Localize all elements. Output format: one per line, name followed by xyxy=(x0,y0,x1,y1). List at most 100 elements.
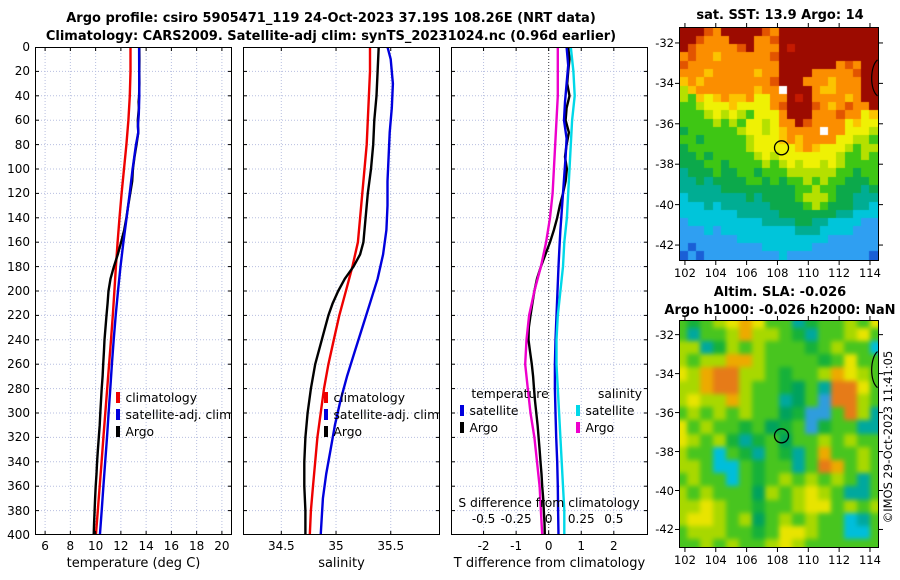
legend-label: satellite xyxy=(469,404,519,418)
y-tick-label: 400 xyxy=(7,528,30,542)
legend-label: climatology xyxy=(125,391,197,405)
gridlines xyxy=(451,47,648,535)
map-lat-label: -36 xyxy=(655,405,674,420)
legend-label: Argo xyxy=(333,425,363,439)
x-tick-label: 35.5 xyxy=(377,539,405,553)
temperature-axis-label: temperature (deg C) xyxy=(66,556,201,571)
s-difference-axis-label: S difference from climatology xyxy=(458,496,640,510)
y-tick-label: 220 xyxy=(7,308,30,323)
sla-map-title-line2: Argo h1000: -0.026 h2000: NaN xyxy=(664,303,896,318)
salinity-axis-label: salinity xyxy=(318,556,365,571)
legend-t-difference: temperature satellite Argo xyxy=(460,386,560,437)
legend-item: Argo xyxy=(324,424,439,441)
s-tick-label: 0.5 xyxy=(604,512,624,526)
sla-map-title-line1: Altim. SLA: -0.026 xyxy=(713,285,847,300)
map-lon-label: 114 xyxy=(858,553,881,567)
series-satellite-adj-clim xyxy=(319,47,395,535)
legend-marker-argo xyxy=(576,422,580,433)
legend-item: Argo xyxy=(116,424,231,441)
y-tick-label: 320 xyxy=(7,430,30,445)
y-tick-label: 60 xyxy=(14,113,30,128)
legend-item: satellite-adj. clim xyxy=(116,407,231,424)
legend-item: Argo xyxy=(460,420,560,437)
legend-label: Argo xyxy=(469,421,499,435)
map-lon-label: 104 xyxy=(704,553,727,567)
sla-heatmap-canvas xyxy=(680,321,878,547)
legend-item: climatology xyxy=(324,390,439,407)
map-lon-label: 108 xyxy=(766,266,789,280)
imos-credit: ©IMOS 29-Oct-2023 11:41:05 xyxy=(881,350,895,524)
map-lat-label: -32 xyxy=(655,35,674,50)
legend-item: Argo xyxy=(576,420,664,437)
legend-label: satellite xyxy=(585,404,635,418)
x-tick-label: 35 xyxy=(328,539,344,553)
legend-label: Argo xyxy=(585,421,615,435)
legend-header-temperature: temperature xyxy=(471,387,549,401)
y-tick-label: 20 xyxy=(14,64,30,79)
difference-panel xyxy=(451,47,648,535)
legend-marker-climatology xyxy=(116,392,120,403)
legend-marker-climatology xyxy=(324,392,328,403)
temperature-panel xyxy=(35,47,232,535)
map-lon-label: 112 xyxy=(828,553,851,567)
y-tick-label: 100 xyxy=(7,162,30,176)
y-tick-label: 380 xyxy=(7,503,30,518)
y-tick-label: 120 xyxy=(7,186,30,201)
map-lon-label: 106 xyxy=(735,266,758,280)
sst-map xyxy=(679,27,879,261)
map-lon-label: 102 xyxy=(673,553,696,567)
figure-title-line2: Climatology: CARS2009. Satellite-adj cli… xyxy=(45,29,617,44)
legend-marker-satellite xyxy=(576,405,580,416)
x-tick-label: 2 xyxy=(609,539,618,553)
y-tick-label: 160 xyxy=(7,235,30,250)
map-lat-label: -34 xyxy=(655,366,674,381)
y-tick-label: 340 xyxy=(7,454,30,469)
map-lat-label: -36 xyxy=(655,116,674,131)
y-tick-label: 280 xyxy=(7,381,30,396)
panel-border xyxy=(35,47,232,535)
legend-temperature: climatology satellite-adj. clim Argo xyxy=(116,390,231,441)
tick-marks xyxy=(243,47,440,535)
tick-marks xyxy=(35,47,232,535)
y-tick-label: 80 xyxy=(14,137,30,152)
sst-map-title: sat. SST: 13.9 Argo: 14 xyxy=(696,8,864,23)
legend-marker-argo xyxy=(460,422,464,433)
y-tick-label: 360 xyxy=(7,479,30,494)
map-lon-label: 102 xyxy=(673,266,696,280)
map-lon-label: 110 xyxy=(797,266,820,280)
legend-marker-argo xyxy=(324,426,328,437)
map-lon-label: 104 xyxy=(704,266,727,280)
legend-marker-argo xyxy=(116,426,120,437)
legend-label: satellite-adj. clim xyxy=(333,408,440,422)
y-tick-label: 240 xyxy=(7,332,30,347)
gridlines xyxy=(243,47,440,535)
map-lat-label: -32 xyxy=(655,327,674,342)
map-lat-label: -40 xyxy=(655,483,674,498)
y-tick-label: 40 xyxy=(14,88,30,103)
sst-heatmap-canvas xyxy=(680,28,878,260)
map-lat-label: -42 xyxy=(655,522,674,537)
map-lat-label: -34 xyxy=(655,76,674,91)
legend-marker-satellite-clim xyxy=(116,409,120,420)
t-difference-axis-label: T difference from climatology xyxy=(453,556,646,571)
legend-item: satellite xyxy=(460,403,560,420)
map-lon-label: 114 xyxy=(858,266,881,280)
map-lat-label: -38 xyxy=(655,157,674,172)
legend-label: Argo xyxy=(125,425,155,439)
legend-header-salinity: salinity xyxy=(597,387,643,401)
map-lon-label: 112 xyxy=(828,266,851,280)
legend-item: climatology xyxy=(116,390,231,407)
gridlines xyxy=(35,47,232,535)
panel-border xyxy=(451,47,648,535)
x-tick-label: 20 xyxy=(214,539,230,553)
map-lat-label: -38 xyxy=(655,444,674,459)
map-lon-label: 106 xyxy=(735,553,758,567)
y-tick-label: 260 xyxy=(7,357,30,372)
legend-salinity: climatology satellite-adj. clim Argo xyxy=(324,390,439,441)
legend-marker-satellite xyxy=(460,405,464,416)
map-lat-label: -40 xyxy=(655,197,674,212)
argo-profile-figure: Argo profile: csiro 5905471_119 24-Oct-2… xyxy=(0,0,900,580)
y-tick-label: 140 xyxy=(7,210,30,225)
x-tick-label: 34.5 xyxy=(267,539,295,553)
map-lat-label: -42 xyxy=(655,238,674,253)
